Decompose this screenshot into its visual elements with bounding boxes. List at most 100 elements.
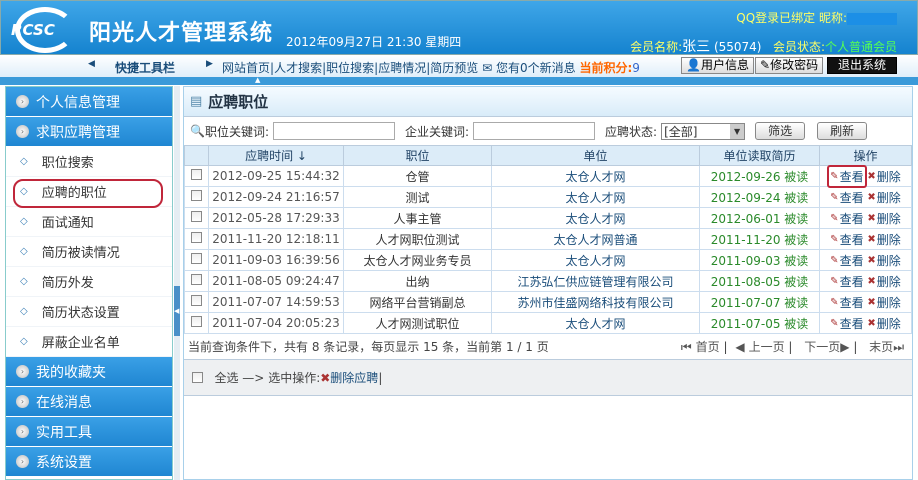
delete-button[interactable]: ✖ 删除 xyxy=(867,252,900,269)
collapse-header-icon[interactable]: ▲ xyxy=(255,76,260,84)
row-checkbox[interactable] xyxy=(191,169,202,180)
row-checkbox[interactable] xyxy=(191,316,202,327)
last-page-link[interactable]: 末页⏭ xyxy=(865,340,904,354)
company-link[interactable]: 太仓人才网 xyxy=(491,165,700,187)
diamond-icon: ◇ xyxy=(20,216,28,227)
sidebar-item-resume-status[interactable]: ◇ 简历状态设置 xyxy=(6,297,172,327)
row-checkbox[interactable] xyxy=(191,190,202,201)
apply-time: 2011-09-03 16:39:56 xyxy=(208,249,344,271)
row-checkbox[interactable] xyxy=(191,232,202,243)
company-keyword-input[interactable] xyxy=(473,122,596,140)
filter-bar: 🔍 职位关键词: 企业关键词: 应聘状态: [全部] ▼ 筛选 刷新 xyxy=(184,117,912,145)
status-select[interactable]: [全部] ▼ xyxy=(661,122,746,140)
company-link[interactable]: 江苏弘仁供应链管理有限公司 xyxy=(491,270,700,292)
actions-cell: ✎ 查看 ✖ 删除 xyxy=(819,164,912,188)
sidebar-group-personal-info[interactable]: › 个人信息管理 xyxy=(6,87,172,116)
delete-button[interactable]: ✖ 删除 xyxy=(867,168,900,185)
row-checkbox[interactable] xyxy=(191,274,202,285)
left-arrow-icon[interactable]: ◀ xyxy=(88,59,95,69)
view-button[interactable]: ✎ 查看 xyxy=(830,189,863,206)
link-job-search[interactable]: 职位搜索 xyxy=(326,61,374,75)
group-label: 实用工具 xyxy=(36,424,92,441)
delete-button[interactable]: ✖ 删除 xyxy=(867,189,900,206)
view-button[interactable]: ✎ 查看 xyxy=(830,315,863,332)
view-button[interactable]: ✎ 查看 xyxy=(827,164,868,188)
delete-label: 删除 xyxy=(876,295,901,310)
sidebar-item-applied-jobs[interactable]: ◇ 应聘的职位 xyxy=(6,177,172,208)
position-link[interactable]: 太仓人才网业务专员 xyxy=(343,249,492,271)
qq-status: QQ登录已绑定 昵称: xyxy=(736,9,897,26)
view-button[interactable]: ✎ 查看 xyxy=(830,252,863,269)
company-link[interactable]: 苏州市佳盛网络科技有限公司 xyxy=(491,291,700,313)
messages-link[interactable]: 您有0个新消息 xyxy=(496,61,576,75)
table-row: 2011-11-20 12:18:11 人才网职位测试 太仓人才网普通 2011… xyxy=(184,228,912,250)
link-resume-preview[interactable]: 简历预览 xyxy=(430,61,478,75)
status-value: [全部] xyxy=(664,124,698,139)
row-checkbox[interactable] xyxy=(191,253,202,264)
logout-button[interactable]: 退出系统 xyxy=(827,57,897,74)
sidebar-group-job-management[interactable]: › 求职应聘管理 xyxy=(6,117,172,146)
prev-page-link[interactable]: ◀ 上一页 xyxy=(735,340,784,354)
sidebar-item-block-companies[interactable]: ◇ 屏蔽企业名单 xyxy=(6,327,172,357)
col-time[interactable]: 应聘时间 ↓ xyxy=(208,145,344,166)
view-button[interactable]: ✎ 查看 xyxy=(830,294,863,311)
refresh-button[interactable]: 刷新 xyxy=(817,122,868,140)
collapse-sidebar-icon[interactable]: ◀ xyxy=(174,286,180,336)
delete-button[interactable]: ✖ 删除 xyxy=(867,273,900,290)
position-link[interactable]: 仓管 xyxy=(343,165,492,187)
qq-status-text: QQ登录已绑定 昵称: xyxy=(736,11,847,25)
change-password-button[interactable]: ✎修改密码 xyxy=(755,57,824,74)
view-label: 查看 xyxy=(839,316,864,331)
first-page-link[interactable]: ⏮ 首页 xyxy=(681,340,720,354)
right-arrow-icon[interactable]: ▶ xyxy=(206,59,213,69)
company-link[interactable]: 太仓人才网 xyxy=(491,312,700,334)
delete-button[interactable]: ✖ 删除 xyxy=(867,231,900,248)
group-label: 个人信息管理 xyxy=(36,94,120,111)
company-link[interactable]: 太仓人才网 xyxy=(491,249,700,271)
sidebar-group-messages[interactable]: › 在线消息 xyxy=(6,387,172,416)
toolbar-title: 快捷工具栏 xyxy=(115,61,176,75)
user-info-button[interactable]: 👤用户信息 xyxy=(681,57,754,74)
sidebar-group-favorites[interactable]: › 我的收藏夹 xyxy=(6,357,172,386)
next-page-link[interactable]: 下一页▶ xyxy=(800,340,849,354)
position-link[interactable]: 人事主管 xyxy=(343,207,492,229)
delete-applications-link[interactable]: 删除应聘 xyxy=(330,369,378,386)
row-checkbox[interactable] xyxy=(191,211,202,222)
edit-icon: ✎ xyxy=(830,191,839,203)
sidebar-item-resume-send[interactable]: ◇ 简历外发 xyxy=(6,267,172,297)
sidebar-group-tools[interactable]: › 实用工具 xyxy=(6,417,172,446)
company-link[interactable]: 太仓人才网 xyxy=(491,207,700,229)
position-link[interactable]: 测试 xyxy=(343,186,492,208)
delete-label: 删除 xyxy=(876,253,901,268)
view-button[interactable]: ✎ 查看 xyxy=(830,210,863,227)
row-checkbox[interactable] xyxy=(191,295,202,306)
sidebar-item-job-search[interactable]: ◇ 职位搜索 xyxy=(6,147,172,177)
table-row: 2011-07-04 20:05:23 人才网测试职位 太仓人才网 2011-0… xyxy=(184,312,912,334)
sidebar-group-settings[interactable]: › 系统设置 xyxy=(6,447,172,476)
company-link[interactable]: 太仓人才网普通 xyxy=(491,228,700,250)
diamond-icon: ◇ xyxy=(20,306,28,317)
view-button[interactable]: ✎ 查看 xyxy=(830,273,863,290)
apply-time: 2011-08-05 09:24:47 xyxy=(208,270,344,292)
view-label: 查看 xyxy=(839,274,864,289)
sidebar-splitter[interactable]: ◀ xyxy=(174,86,180,480)
position-link[interactable]: 网络平台营销副总 xyxy=(343,291,492,313)
company-link[interactable]: 太仓人才网 xyxy=(491,186,700,208)
site-title: 阳光人才管理系统 xyxy=(89,21,274,46)
link-home[interactable]: 网站首页 xyxy=(222,61,270,75)
select-all-checkbox[interactable] xyxy=(192,372,203,383)
delete-button[interactable]: ✖ 删除 xyxy=(867,315,900,332)
view-button[interactable]: ✎ 查看 xyxy=(830,231,863,248)
position-link[interactable]: 人才网测试职位 xyxy=(343,312,492,334)
delete-button[interactable]: ✖ 删除 xyxy=(867,210,900,227)
position-link[interactable]: 人才网职位测试 xyxy=(343,228,492,250)
sidebar-item-resume-read[interactable]: ◇ 简历被读情况 xyxy=(6,237,172,267)
position-link[interactable]: 出纳 xyxy=(343,270,492,292)
filter-button[interactable]: 筛选 xyxy=(755,122,806,140)
sidebar-item-interview-notice[interactable]: ◇ 面试通知 xyxy=(6,207,172,237)
link-applications[interactable]: 应聘情况 xyxy=(378,61,426,75)
job-keyword-input[interactable] xyxy=(273,122,395,140)
link-talent-search[interactable]: 人才搜索 xyxy=(274,61,322,75)
last-page-label: 末页 xyxy=(869,340,894,354)
delete-button[interactable]: ✖ 删除 xyxy=(867,294,900,311)
